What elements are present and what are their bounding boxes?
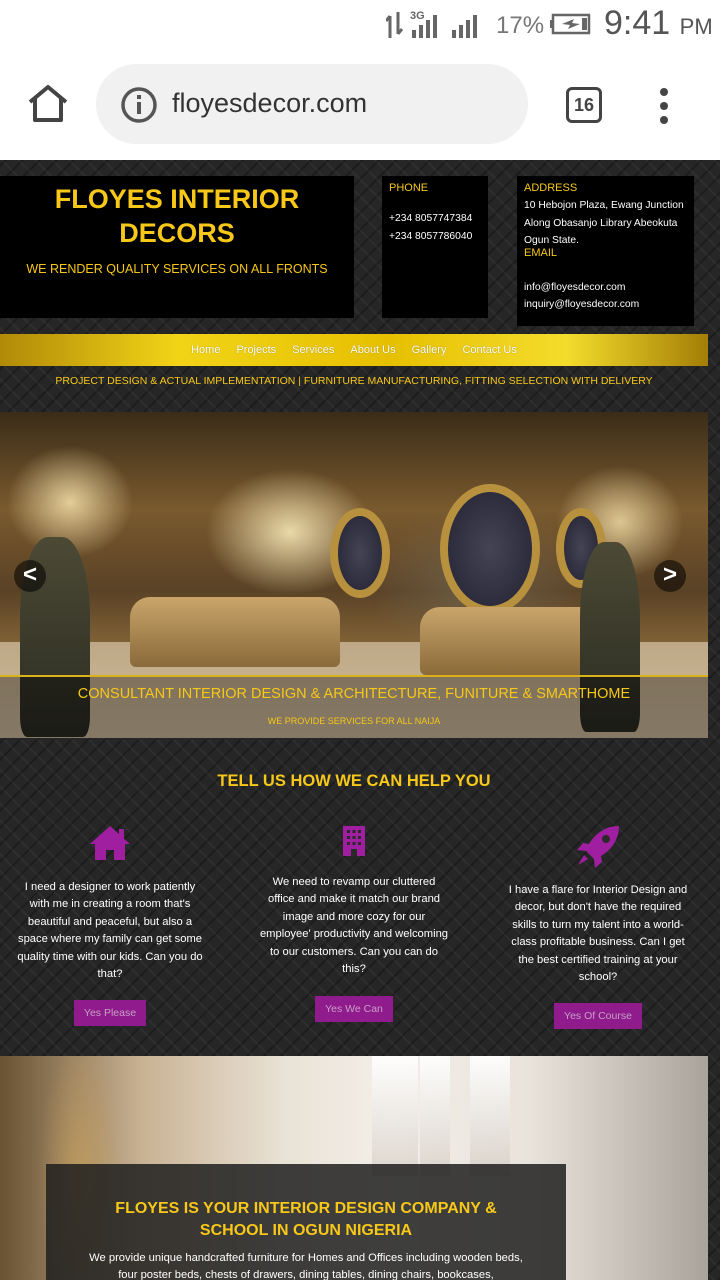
help-card-office: We need to revamp our cluttered office a… — [259, 824, 449, 1023]
about-overlay: FLOYES IS YOUR INTERIOR DESIGN COMPANY &… — [46, 1164, 566, 1280]
browser-toolbar: floyesdecor.com 16 — [0, 50, 720, 160]
nav-services[interactable]: Services — [284, 344, 342, 356]
slide-mirror — [440, 484, 540, 614]
banner-chandelier — [372, 1056, 418, 1176]
email-label: EMAIL — [524, 246, 558, 259]
slide-caption-title: CONSULTANT INTERIOR DESIGN & ARCHITECTUR… — [77, 686, 631, 702]
main-nav: Home Projects Services About Us Gallery … — [0, 334, 708, 366]
address-label: ADDRESS — [524, 182, 578, 194]
building-icon — [343, 826, 365, 856]
battery-charging-icon — [550, 13, 591, 35]
network-type: 3G — [410, 10, 425, 22]
web-page: FLOYES INTERIOR DECORS WE RENDER QUALITY… — [0, 160, 720, 1280]
help-card-training: I have a flare for Interior Design and d… — [503, 824, 693, 1030]
info-icon[interactable] — [120, 86, 158, 124]
phone-number[interactable]: +234 8057786040 — [389, 228, 481, 246]
services-tagline: PROJECT DESIGN & ACTUAL IMPLEMENTATION |… — [55, 375, 653, 387]
phone-box: PHONE +234 8057747384 +234 8057786040 — [382, 176, 488, 318]
clock-ampm: PM — [679, 14, 713, 39]
nav-home[interactable]: Home — [183, 344, 228, 356]
phone-number[interactable]: +234 8057747384 — [389, 210, 481, 228]
home-icon — [90, 826, 130, 860]
slide-mirror — [330, 508, 390, 598]
more-options-icon[interactable] — [652, 86, 676, 126]
address-text: 10 Hebojon Plaza, Ewang Junction Along O… — [524, 200, 684, 246]
yes-we-can-button[interactable]: Yes We Can — [315, 996, 393, 1023]
brand-box: FLOYES INTERIOR DECORS WE RENDER QUALITY… — [0, 176, 354, 318]
clock: 9:41 PM — [604, 4, 713, 43]
phone-label: PHONE — [389, 182, 429, 194]
clock-time: 9:41 — [604, 4, 671, 42]
help-section-title: TELL US HOW WE CAN HELP YOU — [217, 772, 491, 790]
nav-gallery[interactable]: Gallery — [404, 344, 455, 356]
help-card-text: I need a designer to work patiently with… — [17, 881, 203, 981]
tab-switcher-button[interactable]: 16 — [566, 87, 602, 123]
slide-furniture — [130, 597, 340, 667]
home-icon[interactable] — [26, 82, 70, 126]
help-card-family: I need a designer to work patiently with… — [15, 824, 205, 1027]
help-card-text: We need to revamp our cluttered office a… — [259, 876, 449, 976]
about-banner: FLOYES IS YOUR INTERIOR DESIGN COMPANY &… — [0, 1056, 708, 1280]
email-link[interactable]: inquiry@floyesdecor.com — [524, 296, 687, 314]
url-text[interactable]: floyesdecor.com — [172, 88, 367, 119]
hero-slider[interactable]: < > CONSULTANT INTERIOR DESIGN & ARCHITE… — [0, 412, 708, 738]
nav-about-us[interactable]: About Us — [342, 344, 403, 356]
yes-of-course-button[interactable]: Yes Of Course — [554, 1003, 642, 1030]
status-bar: 3G 17% 9:41 PM — [0, 0, 720, 50]
brand-tagline: WE RENDER QUALITY SERVICES ON ALL FRONTS — [26, 262, 328, 276]
about-title: FLOYES IS YOUR INTERIOR DESIGN COMPANY &… — [115, 1200, 497, 1239]
caption-divider — [0, 675, 708, 677]
nav-contact-us[interactable]: Contact Us — [454, 344, 524, 356]
banner-chandelier — [470, 1056, 510, 1176]
banner-chandelier — [420, 1056, 450, 1176]
slide-caption-subtitle: WE PROVIDE SERVICES FOR ALL NAIJA — [267, 716, 441, 726]
slider-next-button[interactable]: > — [654, 560, 686, 592]
brand-title[interactable]: FLOYES INTERIOR DECORS — [0, 182, 354, 250]
battery-percent: 17% — [496, 12, 545, 39]
yes-please-button[interactable]: Yes Please — [73, 1000, 147, 1027]
network-signal-icon: 3G — [386, 10, 477, 38]
nav-projects[interactable]: Projects — [228, 344, 284, 356]
email-link[interactable]: info@floyesdecor.com — [524, 279, 687, 297]
slider-prev-button[interactable]: < — [14, 560, 46, 592]
rocket-icon — [577, 826, 619, 868]
about-body: We provide unique handcrafted furniture … — [89, 1252, 523, 1280]
address-bar[interactable]: floyesdecor.com — [96, 64, 528, 144]
address-box: ADDRESS 10 Hebojon Plaza, Ewang Junction… — [517, 176, 694, 326]
help-card-text: I have a flare for Interior Design and d… — [508, 884, 688, 984]
